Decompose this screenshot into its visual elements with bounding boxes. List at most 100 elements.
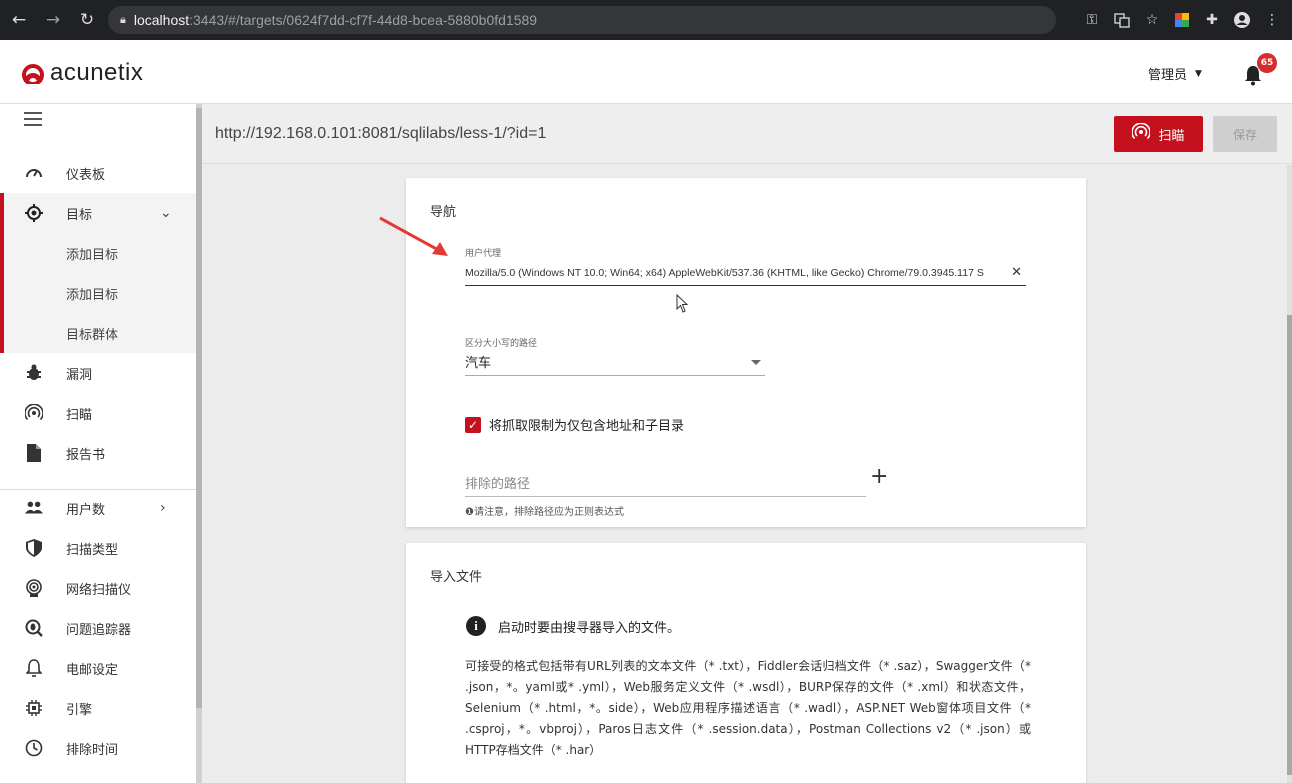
sidebar-item-label: 用户数 [66,502,106,518]
save-button[interactable]: 保存 [1213,116,1277,152]
app-header: acunetix 管理员 ▼ [0,40,1292,104]
sidebar-item-excluded-hours[interactable]: 排除时间 [0,728,196,768]
sidebar-item-scans[interactable]: 扫瞄 [0,393,196,433]
key-icon[interactable]: ⚿ [1080,8,1104,32]
address-bar[interactable]: 🔒︎ localhost:3443/#/targets/0624f7dd-cf7… [108,6,1056,34]
user-menu[interactable]: 管理员 ▼ [1148,64,1202,83]
sidebar-item-users[interactable]: 用户数 › [0,488,196,528]
bug-icon [24,363,44,383]
hamburger-menu-icon[interactable] [24,112,42,126]
network-scanner-icon [24,578,44,598]
target-toolbar: http://192.168.0.101:8081/sqlilabs/less-… [202,104,1292,164]
sidebar-item-label: 电邮设定 [66,662,119,678]
mouse-cursor-icon [676,294,689,313]
users-icon [24,498,44,518]
sidebar-item-label: 漏洞 [66,367,93,383]
browser-menu-icon[interactable]: ⋮ [1260,8,1284,32]
sidebar-item-dashboard[interactable]: 仪表板 [0,153,196,193]
sidebar-item-label: 网络扫描仪 [66,582,132,598]
sidebar-item-label: 扫描类型 [66,542,119,558]
sidebar-item-engines[interactable]: 引擎 [0,688,196,728]
forward-icon[interactable]: → [38,5,68,35]
import-info: i 启动时要由搜寻器导入的文件。 [466,616,680,636]
target-url: http://192.168.0.101:8081/sqlilabs/less-… [215,125,547,142]
sidebar-item-scan-types[interactable]: 扫描类型 [0,528,196,568]
sidebar-item-label: 问题追踪器 [66,622,132,638]
restrict-crawl-option[interactable]: ✓ 将抓取限制为仅包含地址和子目录 [465,415,684,434]
target-settings-content: 导航 用户代理 Mozilla/5.0 (Windows NT 10.0; Wi… [202,165,1292,783]
issue-tracker-icon [24,618,44,638]
sidebar-item-reports[interactable]: 报告书 [0,433,196,473]
url-host: localhost [133,12,190,28]
chevron-right-icon: › [160,500,166,516]
sidebar-subitem-target-groups[interactable]: 目标群体 [0,313,196,353]
shield-icon [24,538,44,558]
sidebar-item-label: 排除时间 [66,742,119,758]
annotation-arrow-icon [379,216,448,256]
accepted-formats-text: 可接受的格式包括带有URL列表的文本文件（* .txt），Fiddler会话归档… [465,659,1031,757]
acunetix-logo[interactable]: acunetix [22,59,143,87]
extensions-puzzle-icon[interactable]: ✚ [1200,8,1224,32]
import-info-text: 启动时要由搜寻器导入的文件。 [498,620,681,636]
sidebar-item-issue-trackers[interactable]: 问题追踪器 [0,608,196,648]
add-excluded-path-icon[interactable]: + [870,464,888,489]
sidebar-subitem-add-target[interactable]: 添加目标 [0,233,196,273]
clear-icon[interactable]: ✕ [1011,264,1022,280]
target-icon [24,203,44,223]
profile-icon[interactable] [1230,8,1254,32]
translate-icon[interactable] [1110,8,1134,32]
browser-toolbar: ← → ↻ 🔒︎ localhost:3443/#/targets/0624f7… [0,0,1292,40]
sidebar-item-label: 扫瞄 [66,407,93,423]
logo-text: acunetix [50,59,144,86]
clock-icon [24,738,44,758]
user-agent-input[interactable]: Mozilla/5.0 (Windows NT 10.0; Win64; x64… [465,260,1026,286]
notification-badge: 65 [1257,53,1277,73]
scan-icon [1131,122,1152,145]
user-label: 管理员 [1148,68,1188,83]
excluded-paths-input[interactable]: 排除的路径 [465,469,866,497]
scan-button-label: 扫瞄 [1158,128,1185,144]
case-sensitive-paths-select[interactable]: 汽车 [465,348,765,376]
sidebar-item-email-settings[interactable]: 电邮设定 [0,648,196,688]
report-icon [24,443,44,463]
card-title: 导入文件 [430,570,483,585]
bell-outline-icon [24,658,44,678]
engine-icon [24,698,44,718]
crawl-navigation-card: 导航 用户代理 Mozilla/5.0 (Windows NT 10.0; Wi… [406,178,1086,527]
sidebar-item-label: 目标群体 [66,327,119,343]
bookmark-star-icon[interactable]: ☆ [1140,8,1164,32]
scan-icon [24,403,44,423]
lock-icon: 🔒︎ [120,13,126,26]
url-path: :3443/#/targets/0624f7dd-cf7f-44d8-bcea-… [189,12,538,28]
reload-icon[interactable]: ↻ [72,5,102,35]
dropdown-arrow-icon [751,360,761,365]
dashboard-icon [24,163,44,183]
case-sensitive-paths-value: 汽车 [465,356,492,371]
restrict-crawl-label: 将抓取限制为仅包含地址和子目录 [489,419,685,434]
user-agent-value: Mozilla/5.0 (Windows NT 10.0; Win64; x64… [465,266,984,279]
logo-mark-icon [22,62,44,86]
info-icon: i [466,616,486,636]
sidebar-item-label: 添加目标 [66,247,119,263]
sidebar-item-label: 目标 [66,207,93,223]
checkbox-checked-icon[interactable]: ✓ [465,416,481,433]
user-agent-label: 用户代理 [465,249,502,259]
caret-down-icon: ▼ [1195,68,1202,79]
import-files-card: 导入文件 i 启动时要由搜寻器导入的文件。 可接受的格式包括带有URL列表的文本… [406,543,1086,783]
excluded-paths-hint: ❶请注意，排除路径应为正则表达式 [465,507,624,518]
sidebar-item-label: 仪表板 [66,167,106,183]
sidebar-item-label: 引擎 [66,702,93,718]
back-icon[interactable]: ← [4,5,34,35]
sidebar-item-network-scanner[interactable]: 网络扫描仪 [0,568,196,608]
sidebar: 仪表板 目标 ⌄ 添加目标 添加目标 目标群体 漏洞 扫瞄 报告书 用户数 › … [0,104,196,783]
sidebar-item-label: 添加目标 [66,287,119,303]
sidebar-item-vulnerabilities[interactable]: 漏洞 [0,353,196,393]
sidebar-subitem-add-target-2[interactable]: 添加目标 [0,273,196,313]
scan-button[interactable]: 扫瞄 [1114,116,1203,152]
sidebar-item-targets[interactable]: 目标 ⌄ [0,193,196,233]
chevron-down-icon: ⌄ [160,205,172,221]
excluded-paths-placeholder: 排除的路径 [465,477,531,492]
extension-color-icon[interactable] [1170,8,1194,32]
sidebar-item-label: 报告书 [66,447,106,463]
main-scrollbar[interactable] [1287,165,1292,783]
